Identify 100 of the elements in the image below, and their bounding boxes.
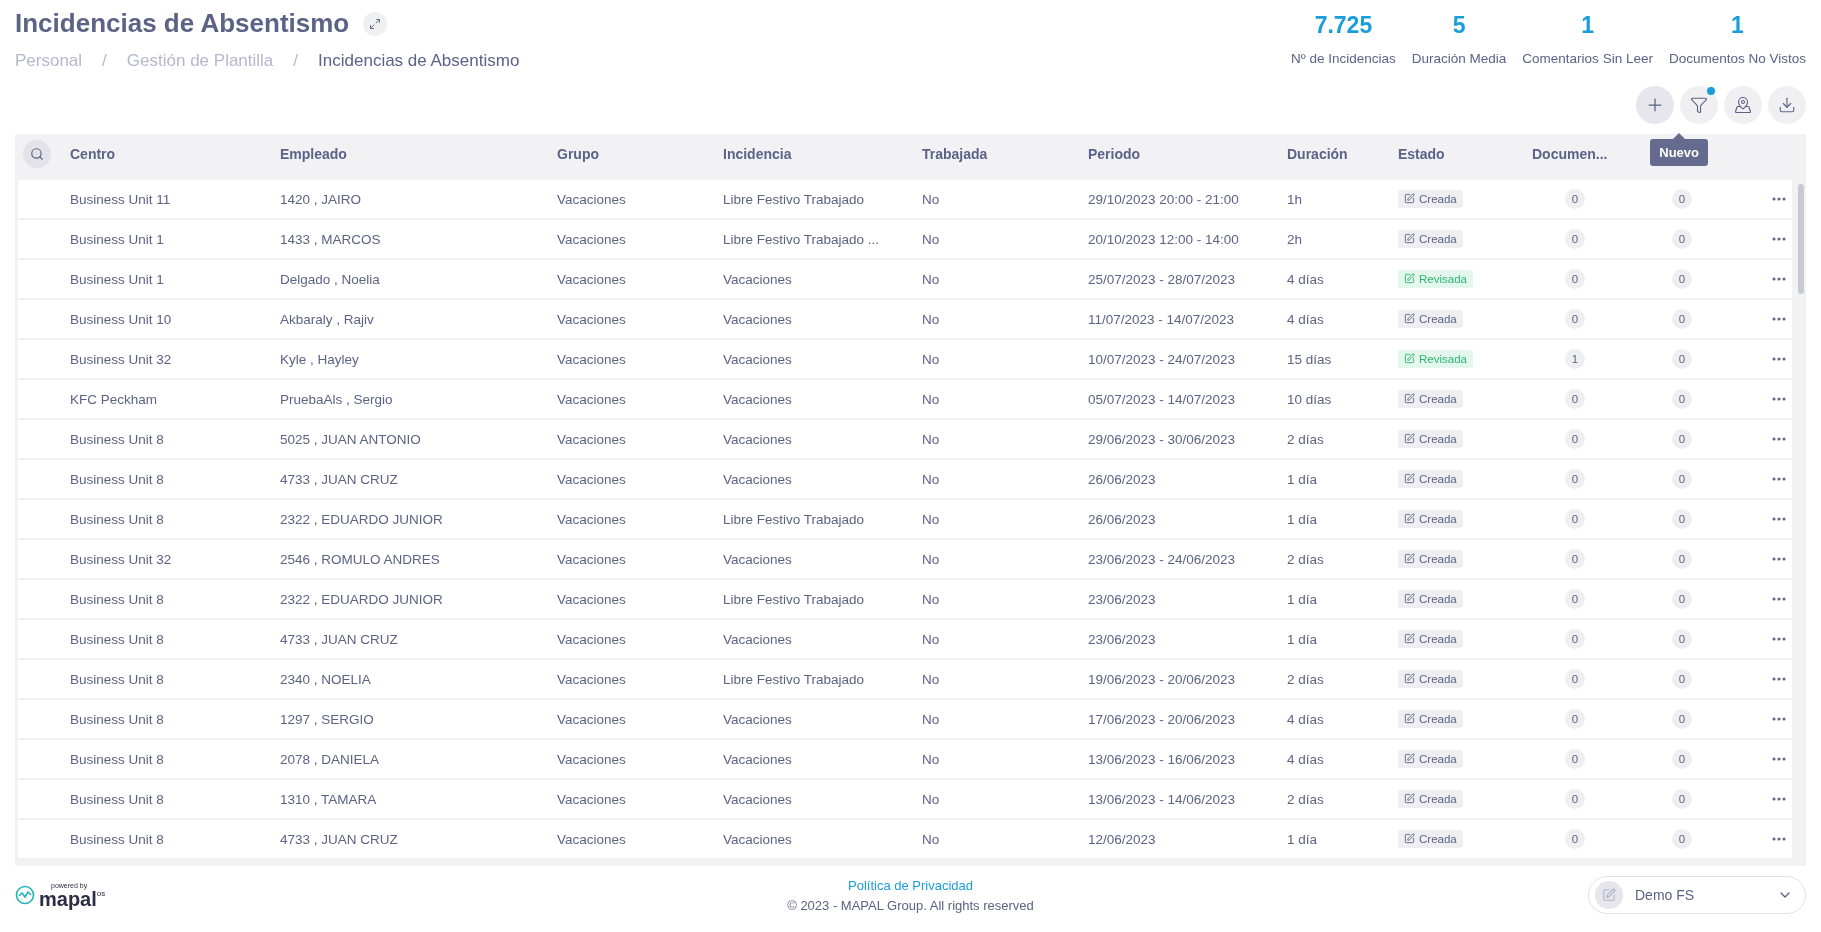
search-icon [30, 147, 44, 161]
map-pin-button[interactable] [1724, 86, 1762, 124]
table-cell-text: Business Unit 8 [70, 711, 165, 727]
table-cell-text: Business Unit 11 [70, 191, 172, 207]
count-badge: 0 [1565, 629, 1585, 649]
count-badge: 0 [1672, 709, 1692, 729]
table-row[interactable]: KFC Peckham PruebaAls , Sergio Vacaciones Vacaciones No 05/07/2023 - 14/07/2023 10 días Creada 0 0 [18, 380, 1792, 418]
status-tag: Creada [1398, 629, 1463, 648]
status-tag: Creada [1398, 429, 1463, 448]
table-row[interactable]: Business Unit 8 2340 , NOELIA Vacaciones Libre Festivo Trabajado No 19/06/2023 - 20/06/2023 2 días Creada 0 0 [18, 660, 1792, 698]
map-pin-icon [1734, 96, 1752, 114]
more-dots-icon [1772, 517, 1786, 521]
scrollbar-thumb[interactable] [1798, 184, 1804, 294]
table-row[interactable]: Business Unit 11 1420 , JAIRO Vacaciones Libre Festivo Trabajado No 29/10/2023 20:00 - 21:00 1h Creada 0 0 [18, 180, 1792, 218]
table-cell-text: Libre Festivo Trabajado [723, 191, 866, 207]
column-header[interactable]: Centro [70, 146, 280, 162]
table-cell-text: No [922, 431, 941, 447]
column-header[interactable]: Incidencia [723, 146, 922, 162]
table-cell-text: Vacaciones [557, 471, 627, 487]
count-badge: 0 [1565, 589, 1585, 609]
table-cell-text: No [922, 231, 941, 247]
table-cell-text: 13/06/2023 - 16/06/2023 [1088, 751, 1237, 767]
count-badge: 0 [1565, 669, 1585, 689]
more-dots-icon [1772, 677, 1786, 681]
table-row[interactable]: Business Unit 1 Delgado , Noelia Vacaciones Vacaciones No 25/07/2023 - 28/07/2023 4 días Revisada 0 0 [18, 260, 1792, 298]
more-dots-icon [1772, 477, 1786, 481]
table-row[interactable]: Business Unit 8 2078 , DANIELA Vacaciones Vacaciones No 13/06/2023 - 16/06/2023 4 días Creada 0 0 [18, 740, 1792, 778]
download-button[interactable] [1768, 86, 1806, 124]
table-cell-text: Vacaciones [557, 511, 627, 527]
table-cell-text: Vacaciones [723, 431, 793, 447]
table-cell-text: 4733 , JUAN CRUZ [280, 631, 399, 647]
table-row[interactable]: Business Unit 10 Akbaraly , Rajiv Vacaciones Vacaciones No 11/07/2023 - 14/07/2023 4 días Creada 0 0 [18, 300, 1792, 338]
stat-label: Comentarios Sin Leer [1522, 51, 1653, 66]
table-cell-text: Vacaciones [723, 271, 793, 287]
column-header[interactable]: Estado [1398, 146, 1532, 162]
table-row[interactable]: Business Unit 8 2322 , EDUARDO JUNIOR Vacaciones Libre Festivo Trabajado No 26/06/2023 1 día Creada 0 0 [18, 500, 1792, 538]
status-tag: Creada [1398, 229, 1463, 248]
table-cell-text: Libre Festivo Trabajado [723, 511, 866, 527]
table-cell-text: Vacaciones [557, 431, 627, 447]
table-row[interactable]: Business Unit 8 1297 , SERGIO Vacaciones Vacaciones No 17/06/2023 - 20/06/2023 4 días Creada 0 0 [18, 700, 1792, 738]
table-row[interactable]: Business Unit 8 5025 , JUAN ANTONIO Vacaciones Vacaciones No 29/06/2023 - 30/06/2023 2 días Creada 0 0 [18, 420, 1792, 458]
table-cell-text: 2078 , DANIELA [280, 751, 381, 767]
table-cell-text: Vacaciones [557, 631, 627, 647]
table-cell-text: 2 días [1287, 791, 1325, 807]
stat-label: Nº de Incidencias [1291, 51, 1396, 66]
edit-icon [1404, 273, 1415, 285]
table-cell-text: 15 días [1287, 351, 1333, 367]
table-cell-text: Business Unit 8 [70, 751, 165, 767]
count-badge: 0 [1672, 429, 1692, 449]
table-row[interactable]: Business Unit 32 Kyle , Hayley Vacaciones Vacaciones No 10/07/2023 - 24/07/2023 15 días Revisada 1 0 [18, 340, 1792, 378]
more-dots-icon [1772, 437, 1786, 441]
table-row[interactable]: Business Unit 8 2322 , EDUARDO JUNIOR Vacaciones Libre Festivo Trabajado No 23/06/2023 1 día Creada 0 0 [18, 580, 1792, 618]
column-header[interactable]: Trabajada [922, 146, 1088, 162]
table-cell-text: KFC Peckham [70, 391, 159, 407]
account-selector[interactable]: Demo FS [1588, 876, 1806, 914]
add-button[interactable] [1636, 86, 1674, 124]
table-cell-text: No [922, 511, 941, 527]
status-tag: Creada [1398, 309, 1463, 328]
table-cell-text: 23/06/2023 [1088, 631, 1157, 647]
column-header[interactable]: Duración [1287, 146, 1398, 162]
count-badge: 0 [1672, 789, 1692, 809]
table-cell-text: 2322 , EDUARDO JUNIOR [280, 591, 444, 607]
table-row[interactable]: Business Unit 8 4733 , JUAN CRUZ Vacaciones Vacaciones No 23/06/2023 1 día Creada 0 0 [18, 620, 1792, 658]
tooltip: Nuevo [1650, 139, 1708, 166]
filter-button[interactable] [1680, 86, 1718, 124]
edit-icon [1404, 753, 1415, 765]
column-header[interactable]: Empleado [280, 146, 557, 162]
count-badge: 0 [1565, 789, 1585, 809]
table-row[interactable]: Business Unit 8 4733 , JUAN CRUZ Vacaciones Vacaciones No 12/06/2023 1 día Creada 0 0 [18, 820, 1792, 858]
copyright-text: © 2023 - MAPAL Group. All rights reserved [787, 897, 1034, 913]
table-cell-text: No [922, 751, 941, 767]
table-cell-text: Libre Festivo Trabajado ... [723, 231, 881, 247]
table-cell-text: Vacaciones [557, 551, 627, 567]
search-button[interactable] [23, 140, 51, 168]
table-row[interactable]: Business Unit 8 4733 , JUAN CRUZ Vacaciones Vacaciones No 26/06/2023 1 día Creada 0 0 [18, 460, 1792, 498]
table-cell-text: Business Unit 1 [70, 231, 165, 247]
count-badge: 0 [1672, 749, 1692, 769]
table-row[interactable]: Business Unit 1 1433 , MARCOS Vacaciones Libre Festivo Trabajado ... No 20/10/2023 12:00 - 14:00 2h Creada 0 0 [18, 220, 1792, 258]
stat-label: Documentos No Vistos [1668, 51, 1806, 66]
count-badge: 0 [1672, 669, 1692, 689]
status-tag: Creada [1398, 189, 1463, 208]
table-cell-text: No [922, 711, 941, 727]
table-cell-text: Vacaciones [723, 711, 793, 727]
table-cell-text: 1297 , SERGIO [280, 711, 375, 727]
count-badge: 0 [1672, 229, 1692, 249]
column-header[interactable]: Documen... [1532, 146, 1650, 162]
table-cell-text: 1420 , JAIRO [280, 191, 363, 207]
table-cell-text: 4 días [1287, 711, 1325, 727]
table-cell-text: No [922, 471, 941, 487]
count-badge: 0 [1565, 229, 1585, 249]
table-cell-text: 13/06/2023 - 14/06/2023 [1088, 791, 1237, 807]
table-cell-text: 1 día [1287, 471, 1319, 487]
table-row[interactable]: Business Unit 32 2546 , ROMULO ANDRES Vacaciones Vacaciones No 23/06/2023 - 24/06/2023 2 días Creada 0 0 [18, 540, 1792, 578]
table-cell-text: Vacaciones [557, 391, 627, 407]
table-cell-text: Business Unit 32 [70, 351, 173, 367]
table-row[interactable]: Business Unit 8 1310 , TAMARA Vacaciones Vacaciones No 13/06/2023 - 14/06/2023 2 días Creada 0 0 [18, 780, 1792, 818]
table-cell-text: 10 días [1287, 391, 1333, 407]
column-header[interactable]: Grupo [557, 146, 723, 162]
expand-icon[interactable] [363, 11, 388, 36]
column-header[interactable]: Periodo [1088, 146, 1287, 162]
